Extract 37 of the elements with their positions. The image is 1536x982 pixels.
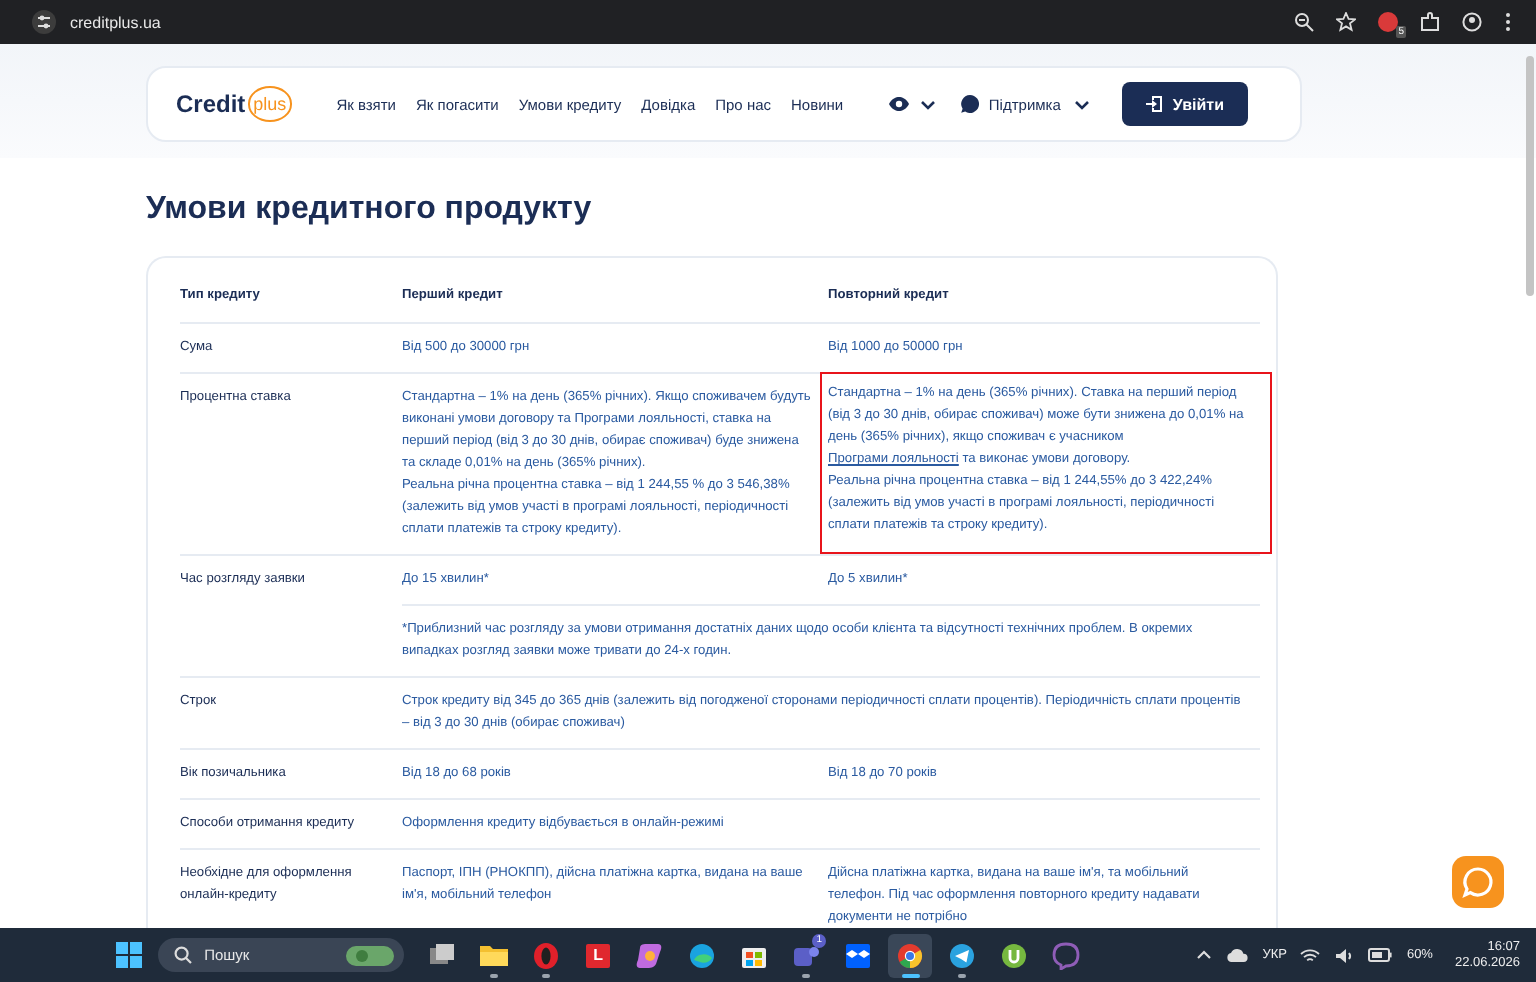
wifi-icon[interactable] — [1300, 947, 1321, 963]
battery-icon[interactable] — [1368, 948, 1393, 962]
taskview-icon — [428, 941, 457, 969]
edge-icon — [688, 941, 717, 969]
eye-icon[interactable] — [888, 96, 911, 112]
viber-icon — [1052, 941, 1081, 969]
dropbox-icon — [844, 941, 873, 969]
login-button[interactable]: Увійти — [1122, 82, 1248, 126]
profile-icon[interactable] — [1462, 12, 1482, 32]
menu-icon[interactable] — [1504, 12, 1512, 32]
search-icon — [174, 946, 193, 964]
address-bar-url[interactable]: creditplus.ua — [70, 13, 161, 31]
taskbar-app-button[interactable]: L — [576, 933, 621, 977]
telegram-icon — [948, 941, 977, 969]
scrollbar[interactable] — [1526, 56, 1534, 296]
windows-start-icon[interactable] — [116, 942, 143, 968]
logo-text[interactable]: Credit — [176, 90, 246, 118]
folder-icon — [480, 941, 509, 969]
opera-icon — [532, 941, 561, 969]
copilot-icon — [636, 941, 665, 969]
chevron-down-icon[interactable] — [1074, 99, 1091, 109]
chevron-up-icon[interactable] — [1196, 950, 1213, 960]
chat-icon[interactable] — [960, 94, 981, 114]
sign-in-icon — [1146, 96, 1163, 112]
torrent-icon — [1000, 941, 1029, 969]
page-title: Умови кредитного продукту — [146, 190, 594, 230]
star-icon[interactable] — [1336, 12, 1356, 32]
cloud-icon[interactable] — [1226, 948, 1249, 962]
speaker-icon[interactable] — [1334, 947, 1355, 963]
letter-tile-icon — [584, 941, 613, 969]
site-settings-icon[interactable] — [32, 10, 56, 34]
teams-icon — [792, 941, 821, 969]
zoom-icon[interactable] — [1294, 12, 1314, 32]
chrome-icon — [896, 941, 925, 969]
chevron-down-icon[interactable] — [920, 99, 937, 109]
puzzle-icon[interactable] — [1420, 12, 1440, 32]
taskbar-app-button[interactable] — [888, 933, 933, 977]
